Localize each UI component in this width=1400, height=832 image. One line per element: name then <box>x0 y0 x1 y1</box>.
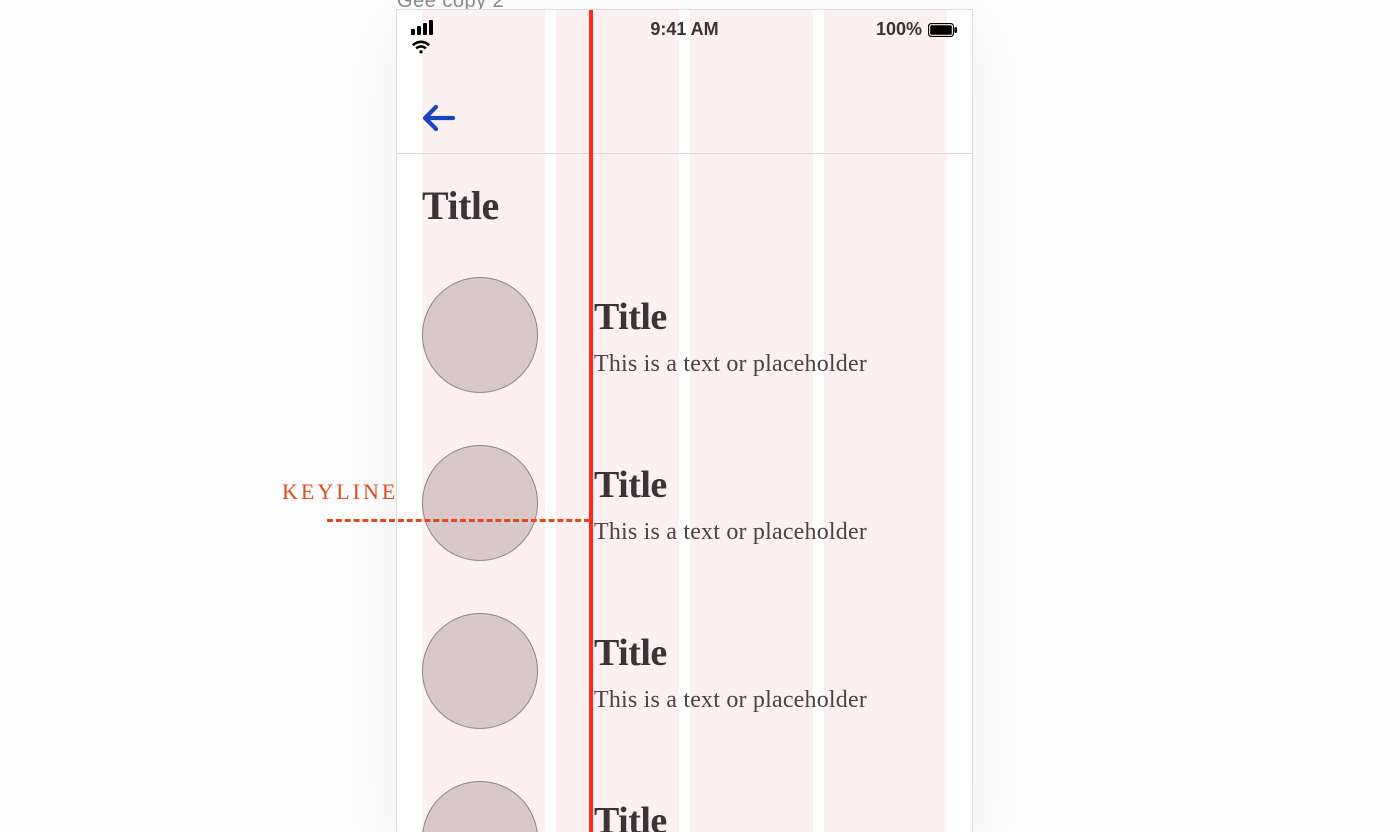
list-item-subtitle: This is a text or placeholder <box>594 351 947 378</box>
list-item[interactable]: Title This is a text or placeholder <box>422 613 947 729</box>
list-item-text: Title This is a text or placeholder <box>594 629 947 714</box>
avatar <box>422 613 538 729</box>
list-item-title: Title <box>594 799 947 832</box>
status-bar: 9:41 AM 100% <box>397 10 972 48</box>
list-item-text: Title This is a text or placeholder <box>594 293 947 378</box>
list-item-subtitle: This is a text or placeholder <box>594 687 947 714</box>
list-item-title: Title <box>594 631 947 675</box>
status-bar-right: 100% <box>876 19 958 40</box>
list-item-title: Title <box>594 463 947 507</box>
battery-icon <box>928 23 958 37</box>
list-item-subtitle: This is a text or placeholder <box>594 519 947 546</box>
back-button[interactable] <box>419 98 459 138</box>
avatar <box>422 445 538 561</box>
keyline-label: KEYLINE <box>282 479 398 505</box>
status-bar-time: 9:41 AM <box>650 19 718 40</box>
list-item[interactable]: Title This is a text or placeholder <box>422 277 947 393</box>
avatar <box>422 277 538 393</box>
battery-percent: 100% <box>876 19 922 40</box>
cellular-signal-icon <box>411 20 433 35</box>
nav-bar <box>397 48 972 154</box>
phone-frame: 9:41 AM 100% Title Titl <box>397 10 972 832</box>
list-item[interactable]: Title This is a text or placeholder <box>422 445 947 561</box>
list: Title This is a text or placeholder Titl… <box>422 277 947 832</box>
page-title: Title <box>422 154 947 277</box>
avatar <box>422 781 538 832</box>
list-item-text: Title This is a text or placeholder <box>594 461 947 546</box>
list-item-title: Title <box>594 295 947 339</box>
list-item-text: Title This is a text or placeholder <box>594 797 947 832</box>
content-area: Title Title This is a text or placeholde… <box>397 154 972 832</box>
arrow-left-icon <box>422 104 456 132</box>
list-item[interactable]: Title This is a text or placeholder <box>422 781 947 832</box>
